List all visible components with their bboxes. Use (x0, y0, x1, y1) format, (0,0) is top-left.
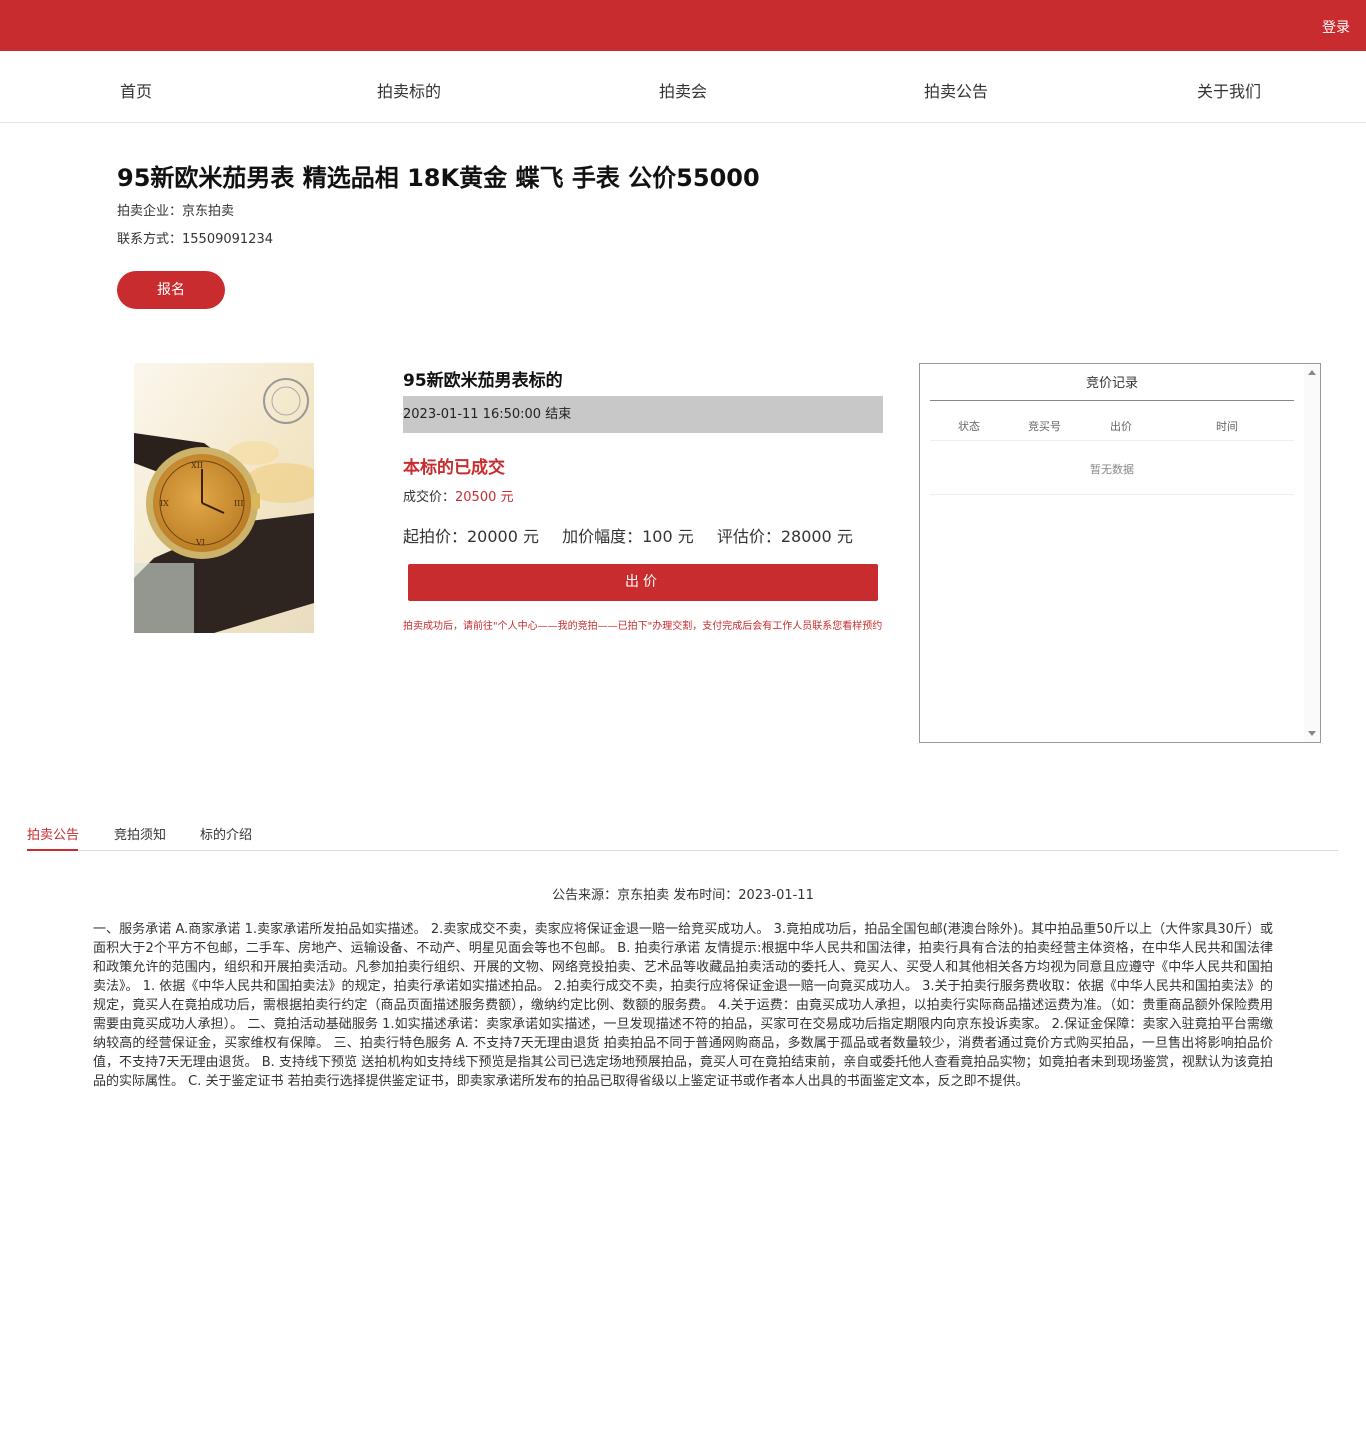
svg-text:XII: XII (191, 461, 203, 470)
end-time-bar: 2023-01-11 16:50:00 结束 (403, 396, 883, 433)
main-nav: 首页 拍卖标的 拍卖会 拍卖公告 关于我们 (0, 51, 1366, 123)
scroll-down-icon[interactable] (1308, 731, 1316, 736)
nav-item-auctions[interactable]: 拍卖会 (659, 78, 707, 102)
nav-item-home[interactable]: 首页 (120, 78, 152, 102)
nav-item-about[interactable]: 关于我们 (1197, 78, 1261, 102)
deal-price-value: 20500 元 (455, 490, 514, 505)
signup-button[interactable]: 报名 (117, 271, 225, 309)
top-bar: 登录 (0, 0, 1366, 51)
estimate-price: 评估价：28000 元 (716, 527, 853, 546)
auction-company: 拍卖企业：京东拍卖 (117, 204, 235, 219)
bid-increment: 加价幅度：100 元 (562, 527, 694, 546)
watch-photo[interactable]: XII III VI IX (134, 363, 314, 633)
deal-price-label: 成交价： (403, 490, 456, 505)
divider (930, 494, 1294, 495)
deal-price: 成交价：20500 元 (403, 486, 514, 505)
column-bidder-number: 竞买号 (1028, 420, 1061, 433)
nav-item-lots[interactable]: 拍卖标的 (377, 78, 441, 102)
lot-name: 95新欧米茄男表标的 (403, 371, 563, 391)
announcement-body: 一、服务承诺 A.商家承诺 1.卖家承诺所发拍品如实描述。 2.卖家成交不卖，卖… (93, 922, 1273, 1089)
divider (930, 440, 1294, 441)
column-bid: 出价 (1110, 420, 1132, 433)
watch-illustration: XII III VI IX (134, 363, 314, 633)
svg-text:III: III (234, 499, 243, 508)
column-time: 时间 (1216, 420, 1238, 433)
tab-bidding-rules[interactable]: 竞拍须知 (114, 824, 166, 843)
svg-text:IX: IX (160, 499, 169, 508)
bid-button[interactable]: 出价 (408, 564, 878, 601)
login-link[interactable]: 登录 (1322, 17, 1350, 37)
column-status: 状态 (958, 420, 980, 433)
empty-message: 暂无数据 (1090, 463, 1134, 476)
contact-info: 联系方式：15509091234 (117, 232, 273, 247)
price-info: 起拍价：20000 元 加价幅度：100 元 评估价：28000 元 (403, 523, 871, 547)
page-title: 95新欧米茄男表 精选品相 18K黄金 蝶飞 手表 公价55000 (117, 164, 760, 192)
after-sale-notice: 拍卖成功后，请前往"个人中心——我的竞拍——已拍下"办理交割，支付完成后会有工作… (403, 621, 883, 632)
scroll-up-icon[interactable] (1308, 370, 1316, 375)
nav-item-announcements[interactable]: 拍卖公告 (924, 78, 988, 102)
start-price: 起拍价：20000 元 (403, 527, 539, 546)
svg-text:VI: VI (195, 538, 205, 547)
active-tab-indicator (27, 849, 78, 851)
scrollbar[interactable] (1304, 364, 1320, 742)
bid-record-panel: 竞价记录 状态 竞买号 出价 时间 暂无数据 (919, 363, 1321, 743)
sold-status: 本标的已成交 (403, 458, 505, 478)
announcement-source: 公告来源：京东拍卖 发布时间：2023-01-11 (552, 888, 814, 903)
detail-tabs: 拍卖公告 竞拍须知 标的介绍 (27, 820, 1339, 851)
tab-lot-introduction[interactable]: 标的介绍 (200, 824, 252, 843)
bid-record-title: 竞价记录 (930, 364, 1294, 401)
tab-announcement[interactable]: 拍卖公告 (27, 824, 79, 843)
